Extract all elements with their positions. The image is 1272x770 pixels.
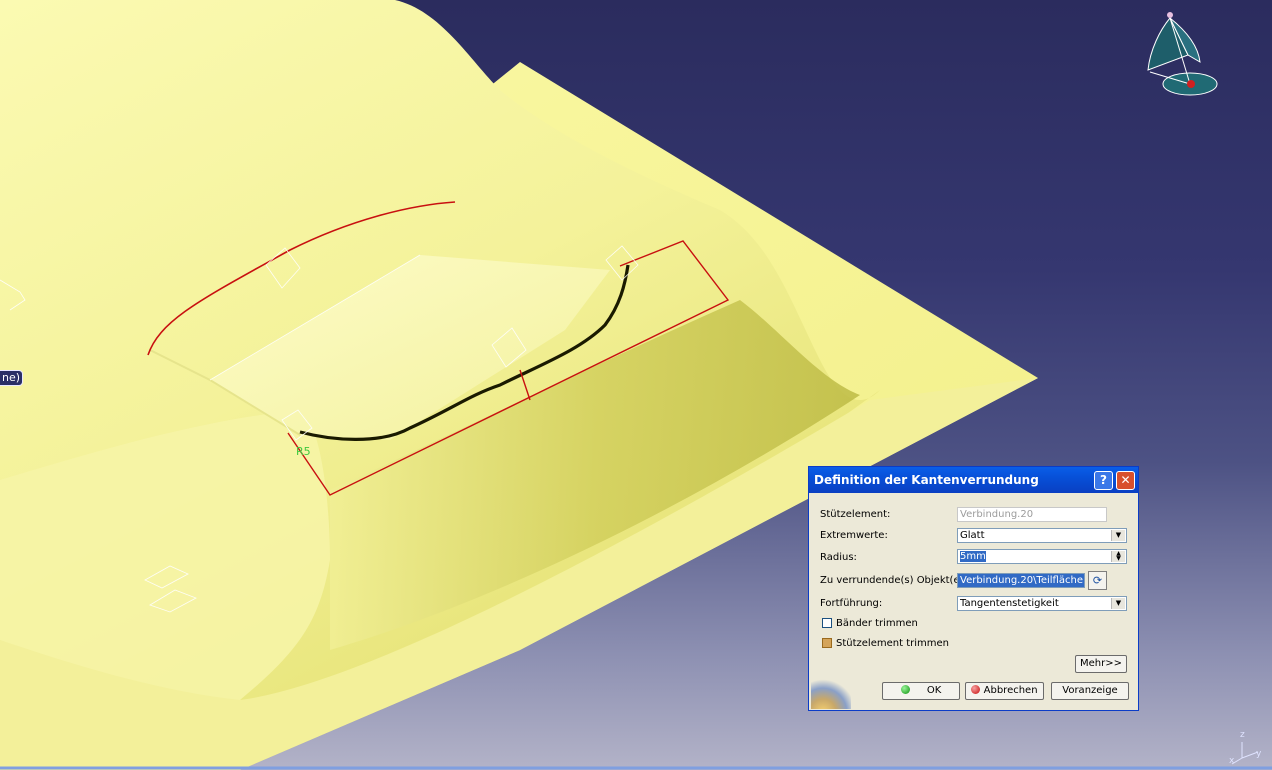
objects-field[interactable]: Verbindung.20\Teilfläche.1 — [957, 573, 1085, 588]
propagation-value: Tangentenstetigkeit — [960, 598, 1059, 609]
compass-widget — [1147, 12, 1218, 96]
help-button[interactable]: ? — [1094, 470, 1113, 490]
ok-button[interactable]: OK — [882, 682, 960, 700]
edit-list-icon[interactable]: ⟳ — [1088, 571, 1107, 590]
propagation-select[interactable]: Tangentenstetigkeit ▼ — [957, 596, 1127, 611]
support-label: Stützelement: — [820, 509, 891, 520]
close-icon: ✕ — [1120, 473, 1131, 487]
preview-button[interactable]: Voranzeige — [1051, 682, 1129, 700]
propagation-label: Fortführung: — [820, 598, 883, 609]
extremities-value: Glatt — [960, 530, 985, 541]
axis-x-label: x — [1229, 756, 1235, 766]
radius-label: Radius: — [820, 552, 857, 563]
trim-ribbons-label: Bänder trimmen — [836, 618, 918, 629]
cancel-icon — [971, 685, 981, 694]
trim-support-label: Stützelement trimmen — [836, 638, 949, 649]
chevron-down-icon[interactable]: ▼ — [1111, 530, 1125, 541]
objects-label: Zu verrundende(s) Objekt(e): — [820, 575, 967, 586]
trim-support-checkbox[interactable] — [822, 638, 832, 648]
dialog-title: Definition der Kantenverrundung — [814, 473, 1039, 487]
trim-ribbons-checkbox[interactable] — [822, 618, 832, 628]
spinner-icon[interactable]: ▲ ▼ — [1111, 551, 1125, 562]
chevron-down-icon[interactable]: ▼ — [1111, 598, 1125, 609]
catia-logo-icon — [811, 679, 851, 709]
ok-icon — [900, 685, 910, 694]
radius-input[interactable]: 5mm ▲ ▼ — [957, 549, 1127, 564]
edge-label-tag: ne) — [0, 370, 24, 386]
edge-fillet-dialog: Definition der Kantenverrundung ? ✕ Stüt… — [808, 466, 1139, 711]
ok-label: OK — [926, 685, 942, 696]
more-button[interactable]: Mehr>> — [1075, 655, 1127, 673]
extremities-label: Extremwerte: — [820, 530, 888, 541]
cancel-label: Abbrechen — [983, 685, 1038, 696]
close-button[interactable]: ✕ — [1116, 470, 1135, 490]
axis-y-label: y — [1256, 749, 1262, 759]
fillet-radius-label: R5 — [296, 445, 311, 458]
extremities-select[interactable]: Glatt ▼ — [957, 528, 1127, 543]
dialog-titlebar[interactable]: Definition der Kantenverrundung ? ✕ — [809, 467, 1138, 493]
axis-z-label: z — [1240, 730, 1245, 740]
cancel-button[interactable]: Abbrechen — [965, 682, 1044, 700]
support-field[interactable]: Verbindung.20 — [957, 507, 1107, 522]
axis-triad — [1231, 742, 1259, 765]
radius-value: 5mm — [960, 551, 986, 562]
